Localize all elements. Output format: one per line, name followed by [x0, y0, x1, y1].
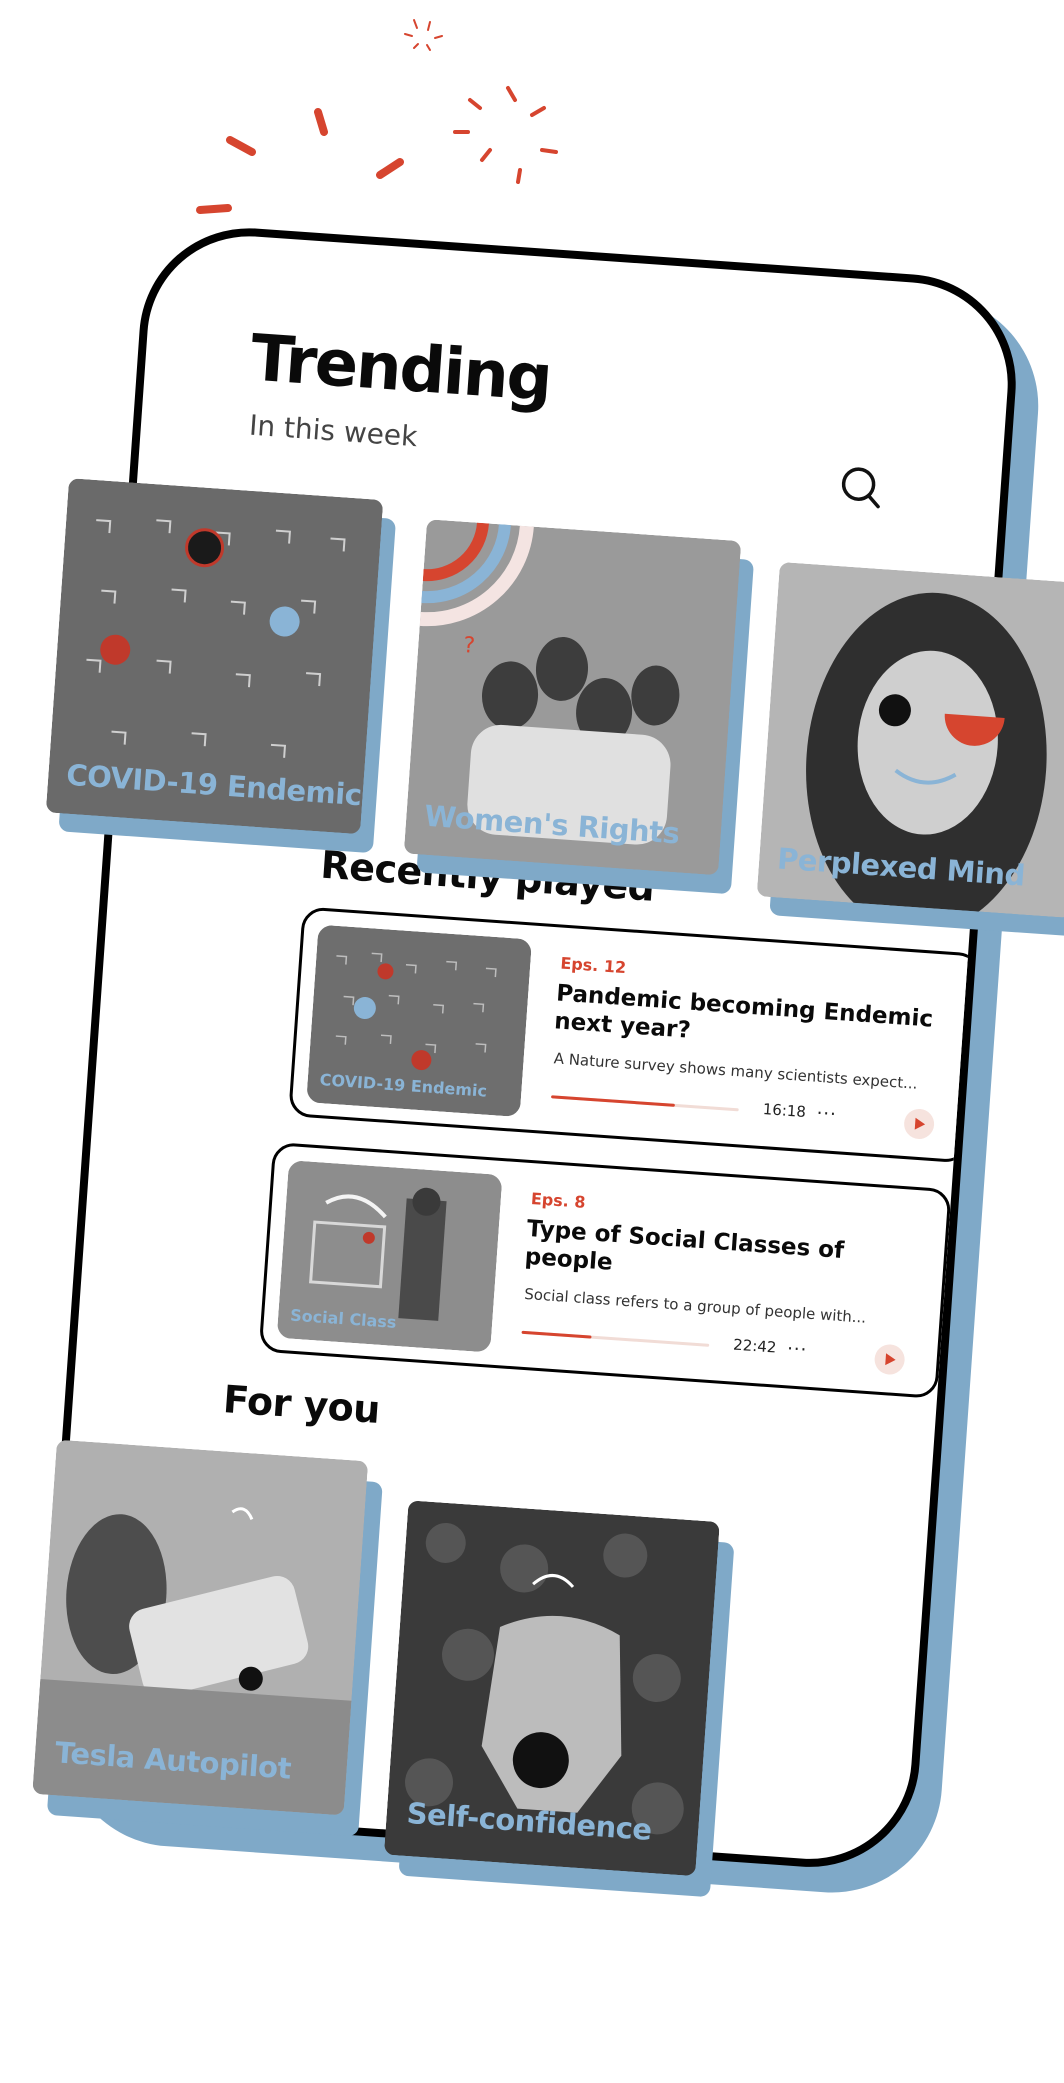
for-you-card[interactable]: Tesla Autopilot	[32, 1439, 383, 1837]
play-button[interactable]	[903, 1107, 936, 1140]
episode-title: Pandemic becoming Endemic next year?	[553, 980, 934, 1044]
episode-number: Eps. 8	[530, 1189, 587, 1212]
trending-card[interactable]: Perplexed Mind	[756, 561, 1064, 937]
for-you-card[interactable]: Self-confidence	[383, 1500, 735, 1898]
progress-fill	[551, 1095, 676, 1107]
trending-card[interactable]: COVID-19 Endemic	[45, 478, 397, 854]
progress-bar[interactable]	[551, 1095, 739, 1112]
trending-card[interactable]: ? Women's Rights	[403, 519, 755, 895]
episode-card[interactable]: COVID-19 Endemic Eps. 12 Pandemic becomi…	[288, 906, 982, 1164]
episode-thumbnail: COVID-19 Endemic	[306, 924, 533, 1118]
episode-number: Eps. 12	[559, 953, 627, 978]
episode-title: Type of Social Classes of people	[523, 1215, 845, 1276]
episode-card[interactable]: Social Class Eps. 8 Type of Social Class…	[258, 1141, 952, 1399]
phone-mockup: Trending In this week Recently played	[32, 220, 1064, 1900]
progress-bar[interactable]	[521, 1330, 710, 1347]
episode-duration: 22:42	[732, 1335, 778, 1357]
progress-fill	[521, 1330, 592, 1339]
episode-duration: 16:18	[762, 1100, 807, 1122]
episode-thumbnail: Social Class	[276, 1160, 503, 1353]
for-you-title: For you	[221, 1377, 382, 1432]
more-options-button[interactable]: ...	[787, 1333, 809, 1355]
play-button[interactable]	[873, 1343, 906, 1376]
page-subtitle: In this week	[248, 408, 419, 454]
more-options-button[interactable]: ...	[816, 1098, 838, 1120]
search-icon[interactable]	[837, 463, 886, 512]
page-title: Trending	[248, 321, 554, 417]
svg-text:?: ?	[463, 633, 476, 659]
